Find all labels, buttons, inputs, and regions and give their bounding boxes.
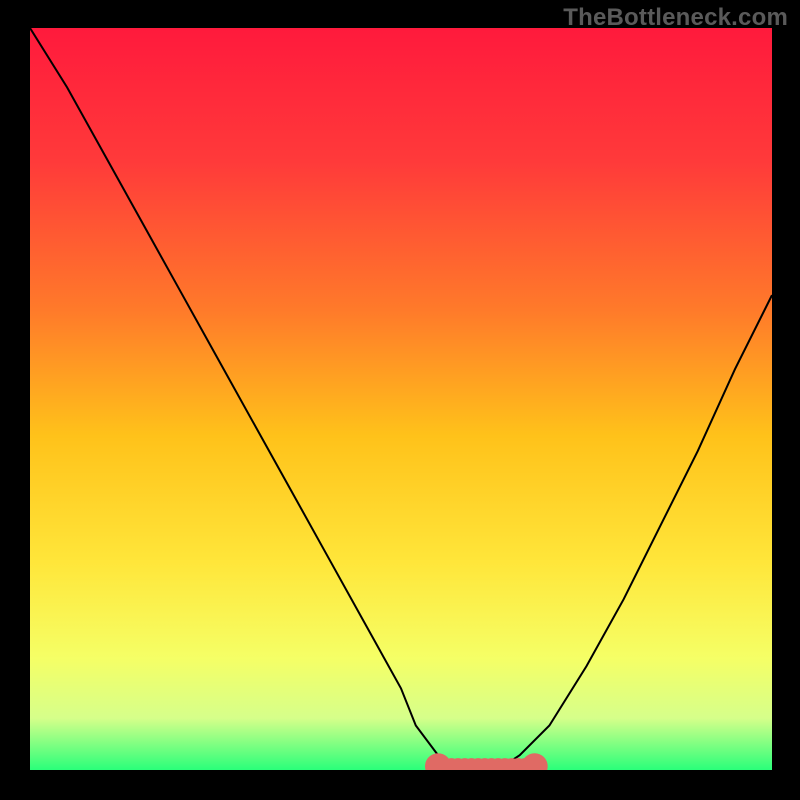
chart-frame: TheBottleneck.com [0,0,800,800]
gradient-background [30,28,772,770]
watermark-text: TheBottleneck.com [563,4,788,32]
plot-area [30,28,772,770]
plot-svg [30,28,772,770]
